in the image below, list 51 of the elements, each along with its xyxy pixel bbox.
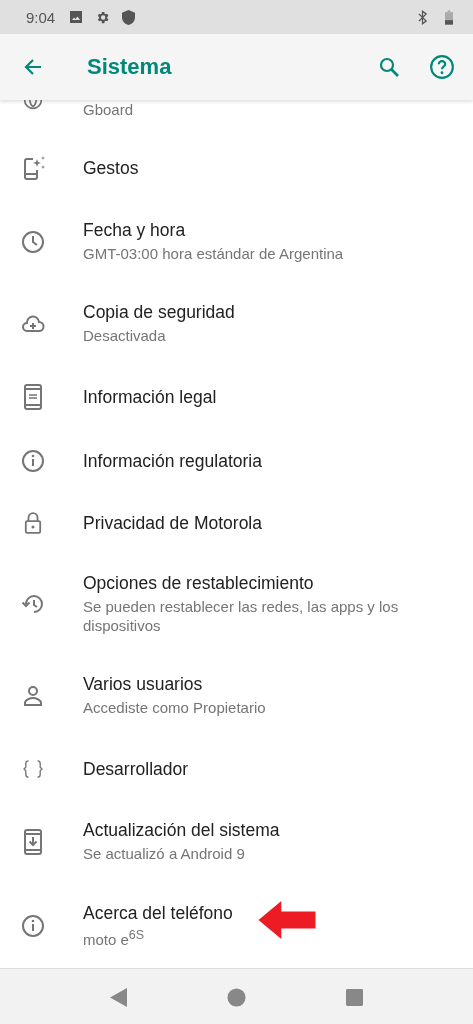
phone-document-icon	[23, 384, 42, 410]
info-icon	[20, 449, 45, 473]
clock-icon	[20, 230, 45, 254]
triangle-icon	[110, 987, 127, 1007]
settings-item[interactable]: Privacidad de Motorola	[0, 492, 473, 554]
circle-icon	[227, 987, 246, 1007]
item-title: Opciones de restablecimiento	[83, 572, 315, 594]
item-title: Información regulatoria	[83, 450, 262, 472]
item-title: Fecha y hora	[83, 220, 187, 242]
lock-icon	[23, 511, 42, 535]
search-icon	[377, 55, 401, 79]
item-title: Actualización del sistema	[83, 820, 280, 842]
item-title: Acerca del teléfono	[83, 902, 233, 924]
item-subtitle: GMT-03:00 hora estándar de Argentina	[83, 244, 344, 264]
settings-item[interactable]: Desarrollador	[0, 738, 473, 800]
bluetooth-icon	[418, 9, 427, 25]
item-subtitle: Se pueden restablecer las redes, las apps y los dispositivos	[83, 596, 400, 636]
item-subtitle: Accediste como Propietario	[83, 698, 266, 718]
item-subtitle: moto e$^{6S}$	[83, 926, 146, 950]
screen-title: Sistema	[87, 54, 173, 80]
settings-item[interactable]: Fecha y hora GMT-03:00 hora estándar de Argentina	[0, 200, 473, 284]
settings-item[interactable]: Gboard	[0, 100, 473, 136]
item-subtitle: Gboard	[83, 100, 134, 120]
image-icon	[69, 10, 84, 24]
square-icon	[346, 988, 363, 1006]
help-icon	[429, 54, 455, 80]
settings-item[interactable]: Gestos	[0, 136, 473, 200]
battery-icon	[445, 9, 453, 25]
item-subtitle: Desactivada	[83, 326, 167, 346]
item-title: Privacidad de Motorola	[83, 512, 262, 534]
shield-icon	[122, 9, 136, 25]
history-icon	[20, 592, 45, 616]
item-subtitle: Se actualizó a Android 9	[83, 844, 246, 864]
settings-item[interactable]: Copia de seguridad Desactivada	[0, 284, 473, 364]
cloud-icon	[20, 315, 45, 333]
item-title: Copia de seguridad	[83, 302, 235, 324]
phone-download-icon	[23, 829, 42, 855]
info-icon	[20, 914, 45, 938]
status-time: 9:04	[26, 8, 56, 26]
item-title: Gestos	[83, 157, 139, 179]
item-title: Información legal	[83, 386, 217, 408]
settings-item[interactable]: Actualización del sistema Se actualizó a Android 9	[0, 800, 473, 884]
settings-icon	[95, 9, 111, 25]
braces-icon	[21, 760, 44, 778]
settings-item[interactable]: Información legal	[0, 364, 473, 430]
settings-item[interactable]: Información regulatoria	[0, 430, 473, 492]
settings-item[interactable]: Acerca del teléfono moto e$^{6S}$	[0, 884, 473, 968]
settings-item[interactable]: Opciones de restablecimiento Se pueden restablecer las redes, las apps y los dispositivos	[0, 554, 473, 654]
item-title: Varios usuarios	[83, 674, 204, 696]
settings-item[interactable]: Varios usuarios Accediste como Propietario	[0, 654, 473, 738]
item-title: Desarrollador	[83, 758, 189, 780]
